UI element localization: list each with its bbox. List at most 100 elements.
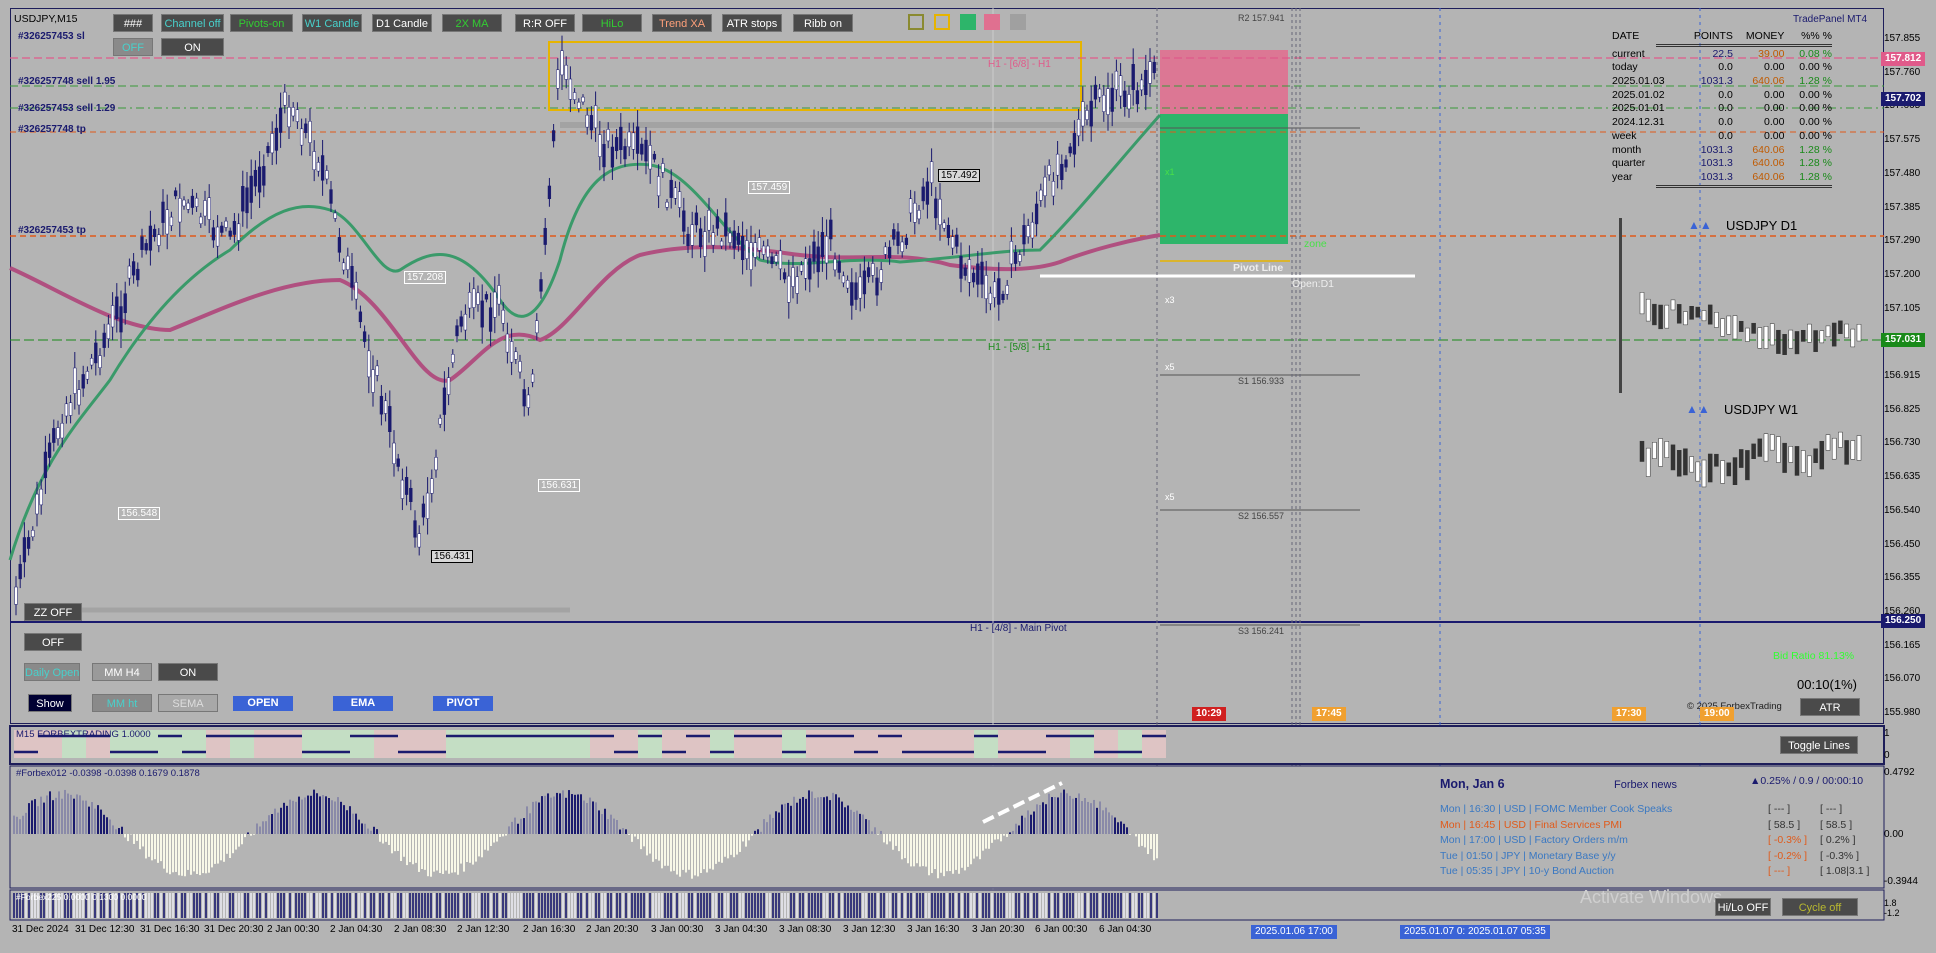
sema-button[interactable]: SEMA bbox=[158, 694, 218, 712]
candle-body bbox=[43, 451, 48, 479]
sub1-y0: 0 bbox=[1884, 750, 1890, 761]
news-row-text[interactable]: Mon | 16:30 | USD | FOMC Member Cook Spe… bbox=[1440, 803, 1672, 815]
swatch-green[interactable] bbox=[960, 14, 976, 30]
stats-cell: 2024.12.31 bbox=[1612, 116, 1665, 129]
mini-candle bbox=[1664, 441, 1670, 458]
stats-cell: year bbox=[1612, 170, 1633, 183]
atr-stops-button[interactable]: ATR stops bbox=[722, 14, 782, 32]
candle-body bbox=[379, 395, 384, 415]
candle-body bbox=[341, 262, 346, 271]
candle-body bbox=[26, 537, 31, 549]
news-row-text[interactable]: Mon | 16:45 | USD | Final Services PMI bbox=[1440, 819, 1622, 831]
mini-candle bbox=[1726, 462, 1732, 477]
toggle-lines-button[interactable]: Toggle Lines bbox=[1780, 736, 1858, 754]
candle-body bbox=[509, 341, 514, 363]
candle-body bbox=[1030, 221, 1035, 239]
stats-cell: 1.28 % bbox=[1799, 157, 1832, 170]
sub1-band-segment bbox=[230, 730, 254, 758]
on-button[interactable]: ON bbox=[161, 38, 224, 56]
pivots-button[interactable]: Pivots-on bbox=[230, 14, 293, 32]
candle-body bbox=[917, 210, 921, 220]
order-label-sell-2: #326257453 sell 1.29 bbox=[18, 103, 116, 114]
candle-body bbox=[35, 493, 39, 515]
r2-label: R2 157.941 bbox=[1238, 13, 1285, 23]
candle-body bbox=[430, 478, 434, 494]
sub1-band-segment bbox=[878, 730, 902, 758]
candle-body bbox=[1047, 165, 1051, 176]
mm-ht-button[interactable]: MM ht bbox=[92, 694, 152, 712]
swatch-yellow[interactable] bbox=[934, 14, 950, 30]
candle-body bbox=[547, 185, 552, 200]
off-button[interactable]: OFF bbox=[113, 38, 153, 56]
s2-label: S2 156.557 bbox=[1238, 511, 1285, 521]
candle-body bbox=[18, 563, 22, 580]
candle-body bbox=[803, 258, 808, 279]
candle-body bbox=[703, 231, 707, 257]
cycle-off-button[interactable]: Cycle off bbox=[1782, 898, 1858, 916]
candle-body bbox=[1144, 69, 1148, 96]
candle-body bbox=[585, 114, 589, 128]
mini-candle bbox=[1658, 438, 1663, 467]
candle-body bbox=[207, 197, 211, 220]
d1-candle-button[interactable]: D1 Candle bbox=[372, 14, 432, 32]
news-row-text[interactable]: Mon | 17:00 | USD | Factory Orders m/m bbox=[1440, 834, 1628, 846]
hilo-off-button[interactable]: Hi/Lo OFF bbox=[1715, 898, 1771, 916]
zz-button[interactable]: ZZ OFF bbox=[24, 603, 82, 621]
stats-cell: 0.00 bbox=[1764, 88, 1785, 101]
candle-body bbox=[942, 222, 946, 229]
candle-body bbox=[480, 300, 484, 328]
rr-button[interactable]: R:R OFF bbox=[515, 14, 575, 32]
candle-body bbox=[934, 198, 938, 219]
pivot-button[interactable]: PIVOT bbox=[433, 696, 493, 711]
toolbar-hash-button[interactable]: ### bbox=[113, 14, 153, 32]
news-row-text[interactable]: Tue | 01:50 | JPY | Monetary Base y/y bbox=[1440, 850, 1616, 862]
candle-body bbox=[346, 255, 350, 270]
candle-body bbox=[577, 101, 581, 109]
candle-body bbox=[514, 351, 518, 360]
mini-divider bbox=[1619, 218, 1622, 393]
candle-body bbox=[274, 127, 279, 151]
atr-button[interactable]: ATR bbox=[1800, 698, 1860, 716]
news-row-text[interactable]: Tue | 05:35 | JPY | 10-y Bond Auction bbox=[1440, 865, 1614, 877]
candle-body bbox=[178, 198, 182, 223]
mini-candle bbox=[1652, 442, 1657, 459]
candle-body bbox=[484, 294, 489, 300]
candle-body bbox=[543, 227, 547, 245]
candle-body bbox=[253, 169, 258, 187]
2x-ma-button[interactable]: 2X MA bbox=[442, 14, 502, 32]
trend-xa-button[interactable]: Trend XA bbox=[652, 14, 712, 32]
channel-button[interactable]: Channel off bbox=[161, 14, 224, 32]
sub1-band-segment bbox=[854, 730, 878, 758]
swatch-pink[interactable] bbox=[984, 14, 1000, 30]
hilo-button[interactable]: HiLo bbox=[582, 14, 642, 32]
candle-body bbox=[921, 186, 925, 202]
price-label-3: 157.208 bbox=[404, 271, 447, 284]
mm-h4-button[interactable]: MM H4 bbox=[92, 663, 152, 681]
panel-off-button[interactable]: OFF bbox=[24, 633, 82, 651]
show-button[interactable]: Show bbox=[28, 694, 72, 712]
ribbon-button[interactable]: Ribb on bbox=[793, 14, 853, 32]
candle-body bbox=[94, 342, 98, 364]
open-button[interactable]: OPEN bbox=[233, 696, 293, 711]
candle-body bbox=[862, 270, 867, 295]
time-axis-tick: 2 Jan 16:30 bbox=[523, 924, 576, 935]
candle-body bbox=[908, 198, 913, 214]
swatch-olive[interactable] bbox=[908, 14, 924, 30]
sub1-band-segment bbox=[518, 730, 542, 758]
candle-body bbox=[203, 200, 207, 217]
candle-body bbox=[992, 281, 997, 298]
candle-body bbox=[110, 305, 115, 328]
swatch-gray[interactable] bbox=[1010, 14, 1026, 30]
daily-open-button[interactable]: Daily Open bbox=[24, 663, 80, 681]
candle-body bbox=[610, 146, 615, 168]
candle-body bbox=[959, 256, 963, 279]
panel-on-button[interactable]: ON bbox=[158, 663, 218, 681]
w1-candle-button[interactable]: W1 Candle bbox=[302, 14, 362, 32]
candle-body bbox=[140, 236, 144, 250]
pivot-line-label: Pivot Line bbox=[1233, 262, 1284, 274]
ema-button[interactable]: EMA bbox=[333, 696, 393, 711]
sell-zone bbox=[1160, 50, 1288, 114]
news-row-forecast: [ --- ] bbox=[1820, 803, 1843, 815]
activate-windows: Activate Windows bbox=[1580, 887, 1723, 907]
candle-body bbox=[241, 186, 245, 212]
